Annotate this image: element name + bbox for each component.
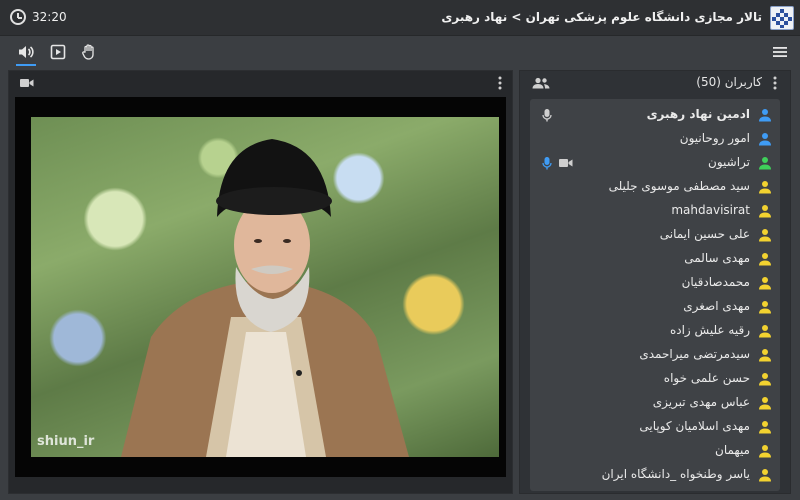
user-row[interactable]: مهدی اصغری: [530, 295, 780, 319]
user-name: تراشیون: [708, 155, 750, 169]
user-name: میهمان: [715, 443, 750, 457]
user-viewer-icon: [759, 349, 771, 362]
user-row[interactable]: حسن علمی خواه: [530, 367, 780, 391]
user-row[interactable]: امور روحانیون: [530, 127, 780, 151]
play-icon[interactable]: [49, 43, 67, 61]
user-viewer-icon: [759, 253, 771, 266]
channel-watermark: shiun_ir: [37, 434, 95, 449]
users-list[interactable]: ادمین نهاد رهبری امور روحانیون تراشیون س…: [530, 99, 780, 491]
user-viewer-icon: [759, 277, 771, 290]
user-viewer-icon: [759, 205, 771, 218]
video-panel-header: [9, 71, 512, 95]
user-row[interactable]: میهمان: [530, 439, 780, 463]
user-name: مهدی اصغری: [683, 299, 750, 313]
user-name: مهدی اسلامیان کوپایی: [639, 419, 750, 433]
user-name: سید مصطفی موسوی جلیلی: [608, 179, 750, 193]
user-row[interactable]: مهدی سالمی: [530, 247, 780, 271]
video-stream[interactable]: shiun_ir: [15, 97, 506, 477]
user-viewer-icon: [759, 397, 771, 410]
user-name: مهدی سالمی: [684, 251, 750, 265]
toolbar: [0, 36, 800, 68]
session-time: 32:20: [32, 10, 67, 24]
user-name: رقیه علیش زاده: [669, 323, 750, 337]
camera-icon: [559, 159, 573, 167]
user-presenter-icon: [759, 157, 771, 170]
user-row[interactable]: علی حسین ایمانی: [530, 223, 780, 247]
user-row[interactable]: مهدی اسلامیان کوپایی: [530, 415, 780, 439]
users-panel-header: کاربران (50): [520, 71, 790, 95]
user-name: ادمین نهاد رهبری: [646, 107, 750, 121]
user-name: عباس مهدی تبریزی: [652, 395, 750, 409]
page-title: تالار مجازی دانشگاه علوم پزشکی تهران > ن…: [441, 10, 762, 24]
users-panel: کاربران (50) ادمین نهاد رهبری امور روحان…: [519, 70, 791, 494]
user-name: حسن علمی خواه: [663, 371, 750, 385]
user-name: علی حسین ایمانی: [659, 227, 750, 241]
user-viewer-icon: [759, 301, 771, 314]
menu-icon[interactable]: [771, 43, 789, 61]
speaker-video-image: shiun_ir: [31, 117, 499, 457]
speaker-icon[interactable]: [16, 43, 36, 66]
user-viewer-icon: [759, 229, 771, 242]
user-row[interactable]: ادمین نهاد رهبری: [530, 103, 780, 127]
user-row[interactable]: تراشیون: [530, 151, 780, 175]
user-name: سیدمرتضی میراحمدی: [639, 347, 750, 361]
video-panel: shiun_ir: [8, 70, 513, 494]
user-row[interactable]: mahdavisirat: [530, 199, 780, 223]
user-row[interactable]: یاسر وطنخواه _دانشگاه ایران: [530, 463, 780, 487]
user-admin-icon: [759, 133, 771, 146]
microphone-off-icon: [542, 109, 552, 122]
user-viewer-icon: [759, 421, 771, 434]
video-options-icon[interactable]: [498, 76, 502, 90]
user-row[interactable]: سیدمرتضی میراحمدی: [530, 343, 780, 367]
user-name: محمدصادقیان: [681, 275, 750, 289]
user-viewer-icon: [759, 325, 771, 338]
video-camera-icon: [20, 79, 34, 87]
title-bar: 32:20 تالار مجازی دانشگاه علوم پزشکی تهر…: [0, 0, 800, 36]
users-count-title: کاربران (50): [696, 75, 762, 89]
user-row[interactable]: رقیه علیش زاده: [530, 319, 780, 343]
user-viewer-icon: [759, 373, 771, 386]
users-options-icon[interactable]: [773, 76, 777, 90]
university-logo: [770, 6, 794, 30]
clock-icon: [10, 9, 26, 25]
raise-hand-icon[interactable]: [80, 43, 98, 61]
users-group-icon: [532, 77, 550, 89]
user-viewer-icon: [759, 181, 771, 194]
user-row[interactable]: سید مصطفی موسوی جلیلی: [530, 175, 780, 199]
user-row[interactable]: عباس مهدی تبریزی: [530, 391, 780, 415]
user-viewer-icon: [759, 469, 771, 482]
user-viewer-icon: [759, 445, 771, 458]
microphone-active-icon: [542, 157, 552, 170]
user-admin-icon: [759, 109, 771, 122]
user-name: امور روحانیون: [679, 131, 750, 145]
user-name: یاسر وطنخواه _دانشگاه ایران: [601, 467, 750, 481]
user-name: mahdavisirat: [671, 203, 750, 217]
user-row[interactable]: محمدصادقیان: [530, 271, 780, 295]
